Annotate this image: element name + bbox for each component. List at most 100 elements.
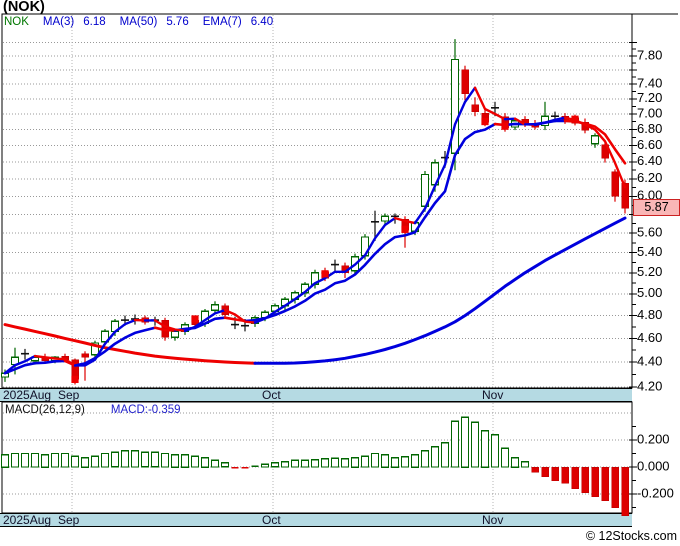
- macd-bar-negative: [601, 466, 609, 502]
- macd-bar-positive: [510, 456, 520, 468]
- macd-bar-negative: [581, 466, 589, 493]
- candle-down: [461, 69, 469, 94]
- legend-value: 6.40: [250, 16, 274, 28]
- macd-bar: [231, 467, 239, 469]
- trend-flip-marker: [571, 115, 579, 123]
- ma3-line-segment: [473, 86, 507, 121]
- macd-bar-negative: [561, 466, 569, 484]
- macd-bar-positive: [420, 450, 430, 468]
- y-axis-label: 6.60: [637, 137, 662, 152]
- macd-bar-positive: [340, 458, 350, 468]
- macd-bar-negative: [551, 466, 559, 481]
- macd-bar-positive: [60, 452, 70, 468]
- macd-bar-positive: [260, 463, 270, 468]
- macd-bar-positive: [40, 454, 50, 468]
- macd-bar-positive: [290, 459, 300, 468]
- ma3-line-segment: [503, 117, 517, 121]
- trend-flip-marker: [481, 117, 489, 126]
- macd-bar-negative: [621, 466, 629, 516]
- trend-flip-marker: [501, 122, 509, 130]
- macd-bar-positive: [0, 454, 10, 468]
- ema7-line-segment: [243, 122, 497, 323]
- y-axis-label: 4.20: [637, 378, 662, 393]
- macd-bar-positive: [280, 460, 290, 468]
- trend-flip-marker: [401, 225, 409, 233]
- candle-up: [170, 330, 180, 338]
- copyright: © 12Stocks.com: [585, 529, 677, 543]
- chart-svg: 7.807.407.207.006.806.606.406.206.005.60…: [0, 13, 678, 516]
- macd-bar-positive: [220, 462, 230, 468]
- macd-bar-positive: [470, 421, 480, 468]
- legend-item-ema7: EMA(7) 6.40: [203, 16, 273, 28]
- macd-bar-positive: [350, 456, 360, 468]
- macd-bar-positive: [410, 454, 420, 468]
- macd-legend-value: MACD:-0.359: [110, 404, 181, 416]
- y-axis-label: 4.40: [637, 354, 662, 369]
- macd-bar-positive: [430, 446, 440, 468]
- candle-up: [590, 135, 600, 145]
- macd-bar-positive: [160, 452, 170, 468]
- macd-bar-positive: [450, 420, 460, 468]
- y-axis-label: 6.40: [637, 153, 662, 168]
- legend-symbol: NOK: [4, 16, 29, 28]
- macd-bar-positive: [330, 457, 340, 468]
- candle-down: [81, 353, 89, 358]
- macd-legend: MACD(26,12,9) MACD:-0.359: [5, 404, 181, 416]
- macd-bar-positive: [490, 433, 500, 468]
- y-axis-label: 5.40: [637, 244, 662, 259]
- legend-label: MA(50): [119, 16, 158, 28]
- macd-bar-positive: [480, 429, 490, 468]
- macd-bar-negative: [611, 466, 619, 508]
- legend-item-ma3: MA(3) 6.18: [43, 16, 106, 28]
- y-axis-label: 4.60: [637, 330, 662, 345]
- macd-bar-positive: [180, 454, 190, 468]
- macd-axis-label: 0.200: [637, 431, 670, 446]
- macd-bar-positive: [310, 458, 320, 468]
- macd-axis-label: 0.000: [637, 458, 670, 473]
- y-axis-label: 7.20: [637, 90, 662, 105]
- candle-up: [450, 58, 460, 155]
- y-axis-label: 5.60: [637, 225, 662, 240]
- macd-bar-positive: [170, 454, 180, 468]
- macd-bar-positive: [390, 456, 400, 468]
- y-axis-label: 7.40: [637, 76, 662, 91]
- macd-bar-positive: [460, 416, 470, 468]
- macd-bar-positive: [400, 456, 410, 468]
- main-chart-legend: NOK MA(3) 6.18 MA(50) 5.76 EMA(7) 6.40: [4, 16, 287, 28]
- ma50-line-segment: [253, 216, 627, 365]
- y-axis-label: 7.00: [637, 105, 662, 120]
- legend-value: 6.18: [83, 16, 106, 28]
- legend-item-ma50: MA(50) 5.76: [120, 16, 189, 28]
- macd-bar-positive: [130, 450, 140, 468]
- macd-bar-positive: [90, 455, 100, 468]
- macd-bar-negative: [591, 466, 599, 497]
- macd-bar: [241, 467, 249, 469]
- macd-bar-positive: [110, 451, 120, 468]
- candle-down: [471, 104, 479, 112]
- macd-bar-positive: [70, 455, 80, 468]
- macd-bar-negative: [571, 466, 579, 489]
- legend-label: MA(3): [42, 16, 75, 28]
- macd-bar-positive: [320, 458, 330, 468]
- macd-bar-positive: [440, 442, 450, 468]
- macd-bar-positive: [140, 451, 150, 468]
- macd-bar-positive: [300, 459, 310, 468]
- y-axis-label: 4.80: [637, 307, 662, 322]
- y-axis-label: 5.20: [637, 264, 662, 279]
- macd-bar: [251, 465, 259, 467]
- macd-bar-negative: [531, 466, 539, 473]
- stock-chart-page: (NOK) NOK MA(3) 6.18 MA(50) 5.76 EMA(7) 6.40 2…: [0, 0, 680, 546]
- y-axis-label: 7.80: [637, 47, 662, 62]
- y-axis-label: 5.00: [637, 285, 662, 300]
- trend-flip-marker: [191, 315, 199, 323]
- y-axis-label: 6.20: [637, 170, 662, 185]
- legend-value: 5.76: [166, 16, 189, 28]
- trend-flip-marker: [71, 375, 79, 384]
- macd-bar-positive: [100, 452, 110, 468]
- y-axis-label: 6.80: [637, 121, 662, 136]
- macd-bar-positive: [120, 450, 130, 468]
- last-price-tag: 5.87: [633, 199, 680, 216]
- macd-bar-positive: [360, 455, 370, 468]
- macd-bar-positive: [370, 452, 380, 468]
- macd-bar-positive: [190, 455, 200, 468]
